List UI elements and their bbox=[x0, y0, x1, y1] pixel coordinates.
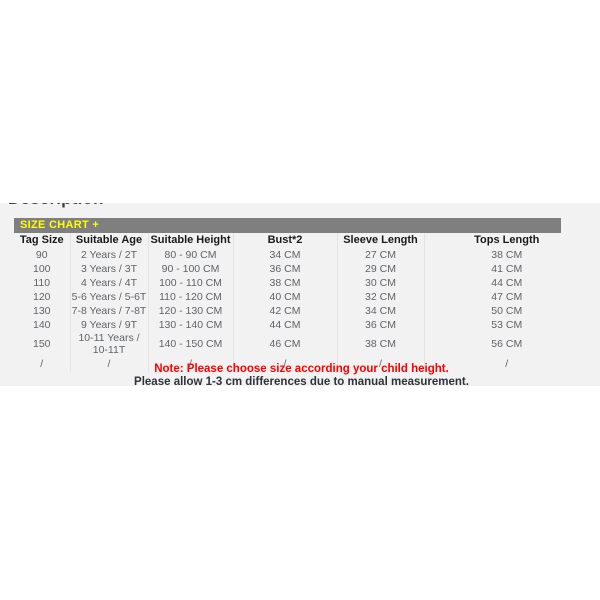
table-cell: 38 CM bbox=[491, 249, 523, 261]
table-cell: 9 Years / 9T bbox=[70, 318, 149, 332]
column-header-suitable-age: Suitable Age bbox=[70, 233, 149, 248]
size-chart-table: Tag Size Suitable Age Suitable Height Bu… bbox=[14, 233, 589, 372]
table-cell: 110 bbox=[14, 276, 71, 290]
size-chart-table-head: Tag Size Suitable Age Suitable Height Bu… bbox=[14, 233, 589, 248]
table-cell: 56 CM bbox=[491, 338, 523, 350]
table-cell: 90 bbox=[14, 248, 71, 262]
table-cell: 120 - 130 CM bbox=[148, 304, 234, 318]
table-cell: 5-6 Years / 5-6T bbox=[70, 290, 149, 304]
table-cell: 4 Years / 4T bbox=[70, 276, 149, 290]
description-heading-clip: Description bbox=[0, 203, 600, 211]
table-cell: 130 bbox=[14, 304, 71, 318]
table-cell: 44 CM bbox=[233, 318, 338, 332]
column-header-bust: Bust*2 bbox=[233, 233, 338, 248]
table-row: 90 2 Years / 2T 80 - 90 CM 34 CM 27 CM 38 CM bbox=[14, 248, 589, 262]
table-cell: 140 - 150 CM bbox=[148, 332, 234, 356]
table-cell: 38 CM bbox=[233, 276, 338, 290]
table-cell: 47 CM bbox=[491, 291, 523, 303]
table-cell: 29 CM bbox=[337, 262, 425, 276]
size-chart-table-body: 90 2 Years / 2T 80 - 90 CM 34 CM 27 CM 38 CM 1… bbox=[14, 248, 589, 372]
column-header-sleeve-length: Sleeve Length bbox=[337, 233, 425, 248]
table-row: 120 5-6 Years / 5-6T 110 - 120 CM 40 CM 32 C… bbox=[14, 290, 589, 304]
table-cell: 120 bbox=[14, 290, 71, 304]
column-header-tag-size: Tag Size bbox=[14, 233, 71, 248]
table-cell: 36 CM bbox=[233, 262, 338, 276]
table-cell: 44 CM bbox=[491, 277, 523, 289]
table-cell: 53 CM bbox=[491, 319, 523, 331]
table-cell: 38 CM bbox=[337, 332, 425, 356]
table-row: 150 10-11 Years / 10-11T 140 - 150 CM 46 CM… bbox=[14, 332, 589, 356]
table-cell: 140 bbox=[14, 318, 71, 332]
description-heading: Description bbox=[8, 203, 104, 209]
size-chart-header-label: SIZE CHART + bbox=[20, 219, 100, 231]
table-header-row: Tag Size Suitable Age Suitable Height Bu… bbox=[14, 233, 589, 248]
table-row: 110 4 Years / 4T 100 - 110 CM 38 CM 30 CM 44 … bbox=[14, 276, 589, 290]
table-cell: 10-11 Years / 10-11T bbox=[70, 332, 149, 356]
table-cell: 42 CM bbox=[233, 304, 338, 318]
table-cell: 80 - 90 CM bbox=[148, 248, 234, 262]
table-cell: 30 CM bbox=[337, 276, 425, 290]
table-cell: 100 bbox=[14, 262, 71, 276]
table-cell: 36 CM bbox=[337, 318, 425, 332]
table-cell: 130 - 140 CM bbox=[148, 318, 234, 332]
table-cell: 50 CM bbox=[491, 305, 523, 317]
table-cell: 34 CM bbox=[233, 248, 338, 262]
note-line-2: Please allow 1-3 cm differences due to m… bbox=[134, 376, 469, 386]
table-cell: 41 CM bbox=[491, 263, 523, 275]
table-cell: 110 - 120 CM bbox=[148, 290, 234, 304]
table-cell: 90 - 100 CM bbox=[148, 262, 234, 276]
table-cell: 150 bbox=[14, 332, 71, 356]
table-row: 140 9 Years / 9T 130 - 140 CM 44 CM 36 CM 53 … bbox=[14, 318, 589, 332]
table-row: 130 7-8 Years / 7-8T 120 - 130 CM 42 CM 34 C… bbox=[14, 304, 589, 318]
note-line-1: Note: Please choose size according your … bbox=[154, 363, 449, 375]
table-cell: 32 CM bbox=[337, 290, 425, 304]
column-header-tops-length: Tops Length bbox=[474, 234, 540, 246]
size-chart-header-bar[interactable]: SIZE CHART + bbox=[14, 218, 561, 233]
table-cell: 3 Years / 3T bbox=[70, 262, 149, 276]
table-cell: 7-8 Years / 7-8T bbox=[70, 304, 149, 318]
column-header-suitable-height: Suitable Height bbox=[148, 233, 234, 248]
table-cell: 100 - 110 CM bbox=[148, 276, 234, 290]
table-cell: 34 CM bbox=[337, 304, 425, 318]
table-cell: 46 CM bbox=[233, 332, 338, 356]
description-panel: Description SIZE CHART + Tag Size Suitab… bbox=[0, 203, 600, 386]
page-root: Description SIZE CHART + Tag Size Suitab… bbox=[0, 0, 600, 600]
table-row: 100 3 Years / 3T 90 - 100 CM 36 CM 29 CM 41 C… bbox=[14, 262, 589, 276]
table-cell: 40 CM bbox=[233, 290, 338, 304]
table-cell: 27 CM bbox=[337, 248, 425, 262]
measurement-notes: Note: Please choose size according your … bbox=[14, 363, 589, 386]
table-cell: 2 Years / 2T bbox=[70, 248, 149, 262]
